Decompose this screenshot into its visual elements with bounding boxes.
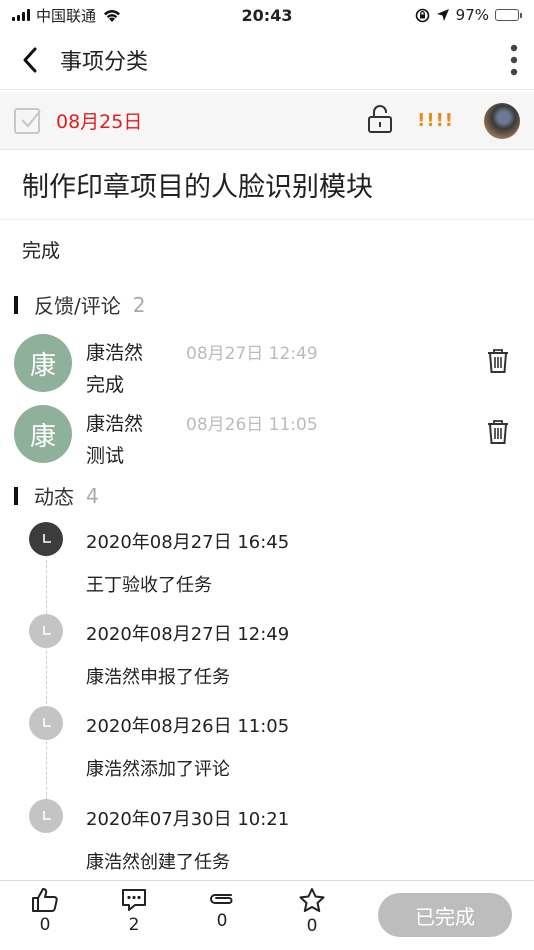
section-marker [14,486,18,505]
due-date[interactable]: 08月25日 [56,107,142,134]
comment-button[interactable]: 2 [109,887,159,935]
battery-percent: 97% [455,6,489,24]
favorite-button[interactable]: 0 [287,887,337,936]
wifi-icon [104,9,121,22]
complete-checkbox[interactable] [14,107,41,134]
clock-icon [29,614,63,648]
avatar: 康 [14,334,72,392]
activity-time: 2020年08月27日 12:49 [86,624,290,645]
comment-text: 完成 [86,374,125,396]
back-button[interactable] [0,30,60,90]
comment-item: 康 康浩然 08月26日 11:05 测试 [0,405,534,471]
attachment-button[interactable]: 0 [197,887,247,931]
checkmark-icon [21,109,41,128]
location-arrow-icon [436,9,449,21]
priority-indicator[interactable]: !!!! [417,110,454,131]
battery-icon [495,9,522,21]
more-options-button[interactable] [494,30,534,90]
clock-icon [29,706,63,740]
activity-text: 王丁验收了任务 [86,575,212,596]
thumbs-up-icon [32,888,58,912]
activity-time: 2020年08月27日 16:45 [86,532,290,553]
star-icon [299,888,325,912]
like-count: 0 [39,915,51,935]
avatar: 康 [14,405,72,463]
comment-text: 测试 [86,445,125,467]
activity-item: 2020年07月30日 10:21 康浩然创建了任务 [0,799,534,891]
bottom-action-bar: 0 2 0 0 已完成 [0,880,534,950]
activity-section-header: 动态 4 [14,481,99,510]
comment-author: 康浩然 [86,342,144,364]
chevron-left-icon [23,47,37,72]
activity-text: 康浩然申报了任务 [86,667,230,688]
cellular-signal-icon [12,9,30,21]
task-meta-row: 08月25日 !!!! [0,92,534,150]
activity-item: 2020年08月27日 16:45 王丁验收了任务 [0,522,534,614]
activity-text: 康浩然添加了评论 [86,759,230,780]
clock-icon [29,522,63,556]
comment-author: 康浩然 [86,413,144,435]
rotation-lock-icon [415,8,429,22]
like-button[interactable]: 0 [20,887,70,935]
delete-comment-button[interactable] [486,348,510,378]
activity-item: 2020年08月27日 12:49 康浩然申报了任务 [0,614,534,706]
trash-icon [488,349,508,373]
favorite-count: 0 [306,916,318,936]
unlock-button[interactable] [367,104,393,138]
section-marker [14,295,18,314]
comment-item: 康 康浩然 08月27日 12:49 完成 [0,334,534,400]
page-title: 事项分类 [60,49,149,75]
feedback-section-header: 反馈/评论 2 [14,290,145,319]
task-title: 制作印章项目的人脸识别模块 [0,150,534,220]
activity-item: 2020年08月26日 11:05 康浩然添加了评论 [0,706,534,798]
activity-text: 康浩然创建了任务 [86,852,230,873]
feedback-title: 反馈/评论 [34,294,121,318]
activity-title: 动态 [34,485,74,509]
assignee-avatar[interactable] [484,102,520,139]
clock-icon [29,799,63,833]
unlock-icon [368,104,393,133]
activity-time: 2020年08月26日 11:05 [86,716,290,737]
activity-count: 4 [86,483,99,508]
comment-time: 08月27日 12:49 [186,344,318,364]
activity-time: 2020年07月30日 10:21 [86,809,290,830]
comment-time: 08月26日 11:05 [186,415,318,435]
more-vertical-icon [510,44,518,75]
trash-icon [488,420,508,444]
status-bar: 中国联通 20:43 97% [0,0,534,30]
attachment-count: 0 [216,911,228,931]
comment-icon [122,889,146,911]
paperclip-icon [210,894,233,904]
comment-count: 2 [128,915,140,935]
completed-button[interactable]: 已完成 [378,893,512,937]
carrier-name: 中国联通 [36,6,97,25]
feedback-count: 2 [132,292,146,317]
nav-bar: 事项分类 [0,30,534,90]
delete-comment-button[interactable] [486,419,510,449]
task-status: 完成 [22,240,61,262]
